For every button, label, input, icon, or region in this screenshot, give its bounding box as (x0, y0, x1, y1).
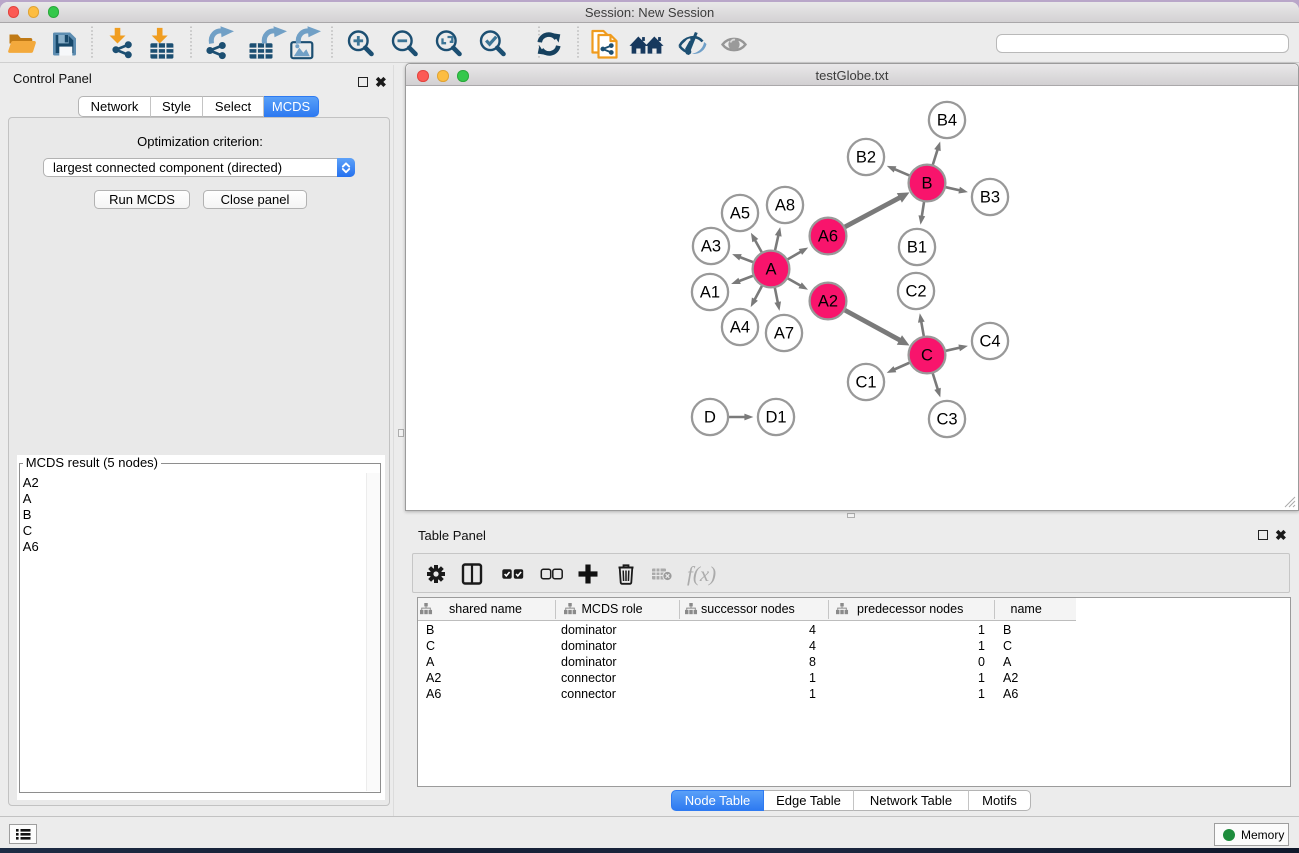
svg-text:C3: C3 (936, 411, 957, 429)
svg-text:C1: C1 (855, 374, 876, 392)
svg-text:A7: A7 (774, 325, 794, 343)
svg-text:A4: A4 (730, 319, 750, 337)
svg-text:B3: B3 (980, 189, 1000, 207)
svg-text:f(x): f(x) (687, 562, 716, 586)
svg-text:A1: A1 (700, 284, 720, 302)
svg-text:D1: D1 (765, 409, 786, 427)
svg-text:A6: A6 (818, 228, 838, 246)
svg-text:B4: B4 (937, 112, 957, 130)
svg-text:A8: A8 (775, 197, 795, 215)
svg-text:A3: A3 (701, 238, 721, 256)
svg-text:B1: B1 (907, 239, 927, 257)
svg-text:B2: B2 (856, 149, 876, 167)
svg-text:C4: C4 (979, 333, 1000, 351)
svg-text:A2: A2 (818, 293, 838, 311)
svg-text:C: C (921, 347, 933, 365)
svg-text:B: B (921, 175, 932, 193)
svg-text:D: D (704, 409, 716, 427)
svg-text:A: A (765, 261, 776, 279)
svg-text:C2: C2 (905, 283, 926, 301)
svg-text:A5: A5 (730, 205, 750, 223)
